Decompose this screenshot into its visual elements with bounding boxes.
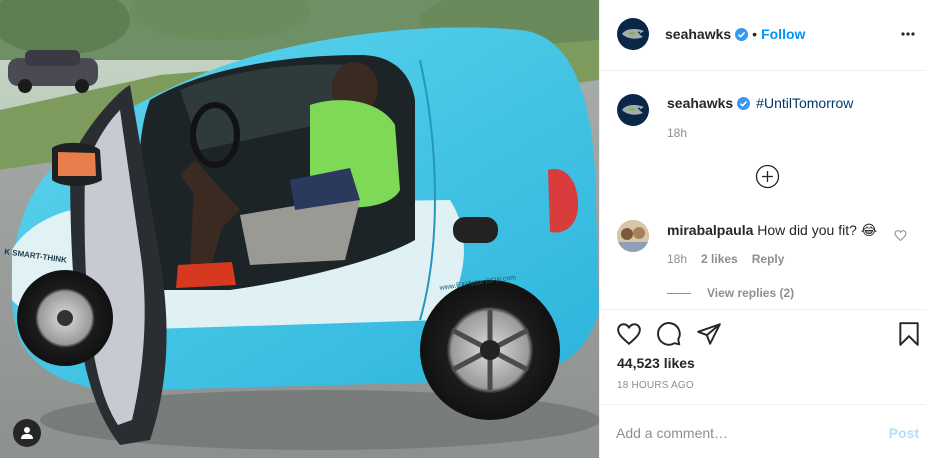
more-options-icon[interactable] xyxy=(900,26,916,42)
post-comment-button[interactable]: Post xyxy=(889,425,919,441)
post-actions: 44,523 likes 18 HOURS AGO xyxy=(600,309,926,404)
caption-timestamp[interactable]: 18h xyxy=(667,126,687,140)
header-separator: • xyxy=(752,26,758,42)
post-header: seahawks • Follow xyxy=(600,0,926,71)
user-tags-button[interactable] xyxy=(13,419,41,447)
comment-input[interactable] xyxy=(616,423,856,443)
commenter-photo xyxy=(617,220,649,252)
likes-count[interactable]: 44,523 likes xyxy=(617,355,695,371)
verified-badge-icon xyxy=(737,96,751,110)
seahawks-logo-icon xyxy=(622,29,644,39)
caption-hashtag-link[interactable]: #UntilTomorrow xyxy=(756,95,853,111)
author-avatar[interactable] xyxy=(617,18,649,50)
comment-timestamp[interactable]: 18h xyxy=(667,252,687,266)
replies-divider xyxy=(667,292,691,294)
heart-icon[interactable] xyxy=(894,229,907,242)
caption-author-avatar[interactable] xyxy=(617,94,649,126)
caption-author-username[interactable]: seahawks xyxy=(667,95,733,111)
post-timestamp[interactable]: 18 HOURS AGO xyxy=(617,380,694,391)
reply-button[interactable]: Reply xyxy=(752,252,785,266)
comment-text: How did you fit? 😂 xyxy=(757,222,878,238)
commenter-avatar[interactable] xyxy=(617,220,649,252)
comment-likes-count[interactable]: 2 likes xyxy=(701,252,738,266)
post-photo[interactable]: K SMART-THINK www.EXITelite DFW.com xyxy=(0,0,599,458)
author-username[interactable]: seahawks xyxy=(665,26,731,42)
follow-button[interactable]: Follow xyxy=(761,26,805,42)
car-photo-illustration: K SMART-THINK www.EXITelite DFW.com xyxy=(0,0,599,458)
post-details-panel: seahawks • Follow seahawks #UntilTomorro… xyxy=(599,0,926,458)
verified-badge-icon xyxy=(735,27,749,41)
share-icon[interactable] xyxy=(696,321,722,347)
comments-section: seahawks #UntilTomorrow 18h mirabalpaula… xyxy=(600,71,926,309)
plus-circle-icon[interactable] xyxy=(755,164,780,189)
heart-icon[interactable] xyxy=(616,321,642,347)
comment-icon[interactable] xyxy=(656,321,682,347)
commenter-username[interactable]: mirabalpaula xyxy=(667,222,753,238)
person-icon xyxy=(21,427,33,439)
add-comment-bar: Post xyxy=(600,404,926,458)
view-replies-button[interactable]: View replies (2) xyxy=(667,286,794,300)
seahawks-logo-icon xyxy=(622,105,644,115)
bookmark-icon[interactable] xyxy=(896,321,922,347)
view-replies-label: View replies (2) xyxy=(707,286,795,300)
